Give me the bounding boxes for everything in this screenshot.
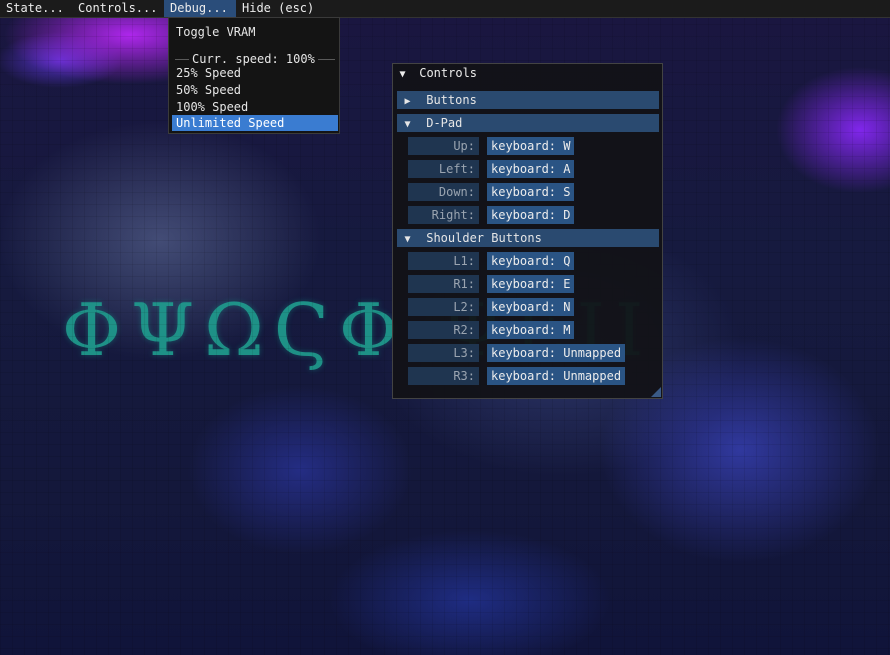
shoulder-r1-binding-button[interactable]: keyboard: E [487, 275, 575, 293]
menu-state[interactable]: State... [0, 0, 72, 17]
dpad-down-label: Down: [408, 183, 479, 201]
shoulder-l2-binding-button[interactable]: keyboard: N [487, 298, 575, 316]
shoulder-r2-label: R2: [408, 321, 479, 339]
shoulder-r1-label: R1: [408, 275, 479, 293]
section-buttons-header[interactable]: ▶ Buttons [397, 91, 659, 109]
dpad-down-binding-button[interactable]: keyboard: S [487, 183, 575, 201]
shoulder-l3-label: L3: [408, 344, 479, 362]
collapse-triangle-icon: ▼ [404, 119, 411, 130]
dpad-right-binding-button[interactable]: keyboard: D [487, 206, 575, 224]
dpad-left-label: Left: [408, 160, 479, 178]
controls-window: ▼ Controls ▶ Buttons ▼ D-Pad Up: keyboar… [392, 63, 663, 399]
speed-separator: Curr. speed: 100% [175, 52, 335, 66]
section-buttons-label: Buttons [426, 93, 477, 107]
menu-controls[interactable]: Controls... [72, 0, 164, 17]
dpad-right-label: Right: [408, 206, 479, 224]
section-shoulder-header[interactable]: ▼ Shoulder Buttons [397, 229, 659, 247]
collapse-triangle-icon: ▼ [404, 234, 411, 245]
menu-debug[interactable]: Debug... [164, 0, 236, 17]
dpad-left-binding-button[interactable]: keyboard: A [487, 160, 575, 178]
debug-dropdown-menu: Toggle VRAM Curr. speed: 100% 25% Speed … [168, 17, 340, 134]
collapse-triangle-icon[interactable]: ▼ [397, 65, 408, 84]
shoulder-l1-label: L1: [408, 252, 479, 270]
section-dpad-label: D-Pad [426, 116, 463, 130]
speed-unlimited-item[interactable]: Unlimited Speed [172, 115, 338, 131]
menu-hide[interactable]: Hide (esc) [236, 0, 320, 17]
speed-50-item[interactable]: 50% Speed [172, 82, 338, 98]
speed-25-item[interactable]: 25% Speed [172, 65, 338, 81]
shoulder-r2-binding-button[interactable]: keyboard: M [487, 321, 575, 339]
expand-triangle-icon: ▶ [404, 96, 411, 107]
dpad-up-label: Up: [408, 137, 479, 155]
main-menu-bar: State... Controls... Debug... Hide (esc) [0, 0, 890, 18]
section-shoulder-label: Shoulder Buttons [426, 231, 542, 245]
controls-window-title[interactable]: ▼ Controls [393, 64, 662, 83]
toggle-vram-item[interactable]: Toggle VRAM [172, 24, 338, 40]
shoulder-l1-binding-button[interactable]: keyboard: Q [487, 252, 575, 270]
dpad-up-binding-button[interactable]: keyboard: W [487, 137, 575, 155]
speed-100-item[interactable]: 100% Speed [172, 99, 338, 115]
resize-grip-icon[interactable] [651, 387, 661, 397]
shoulder-l2-label: L2: [408, 298, 479, 316]
current-speed-label: Curr. speed: 100% [189, 52, 318, 66]
shoulder-r3-binding-button[interactable]: keyboard: Unmapped [487, 367, 626, 385]
shoulder-l3-binding-button[interactable]: keyboard: Unmapped [487, 344, 626, 362]
section-dpad-header[interactable]: ▼ D-Pad [397, 114, 659, 132]
controls-window-title-text: Controls [419, 66, 478, 80]
shoulder-r3-label: R3: [408, 367, 479, 385]
